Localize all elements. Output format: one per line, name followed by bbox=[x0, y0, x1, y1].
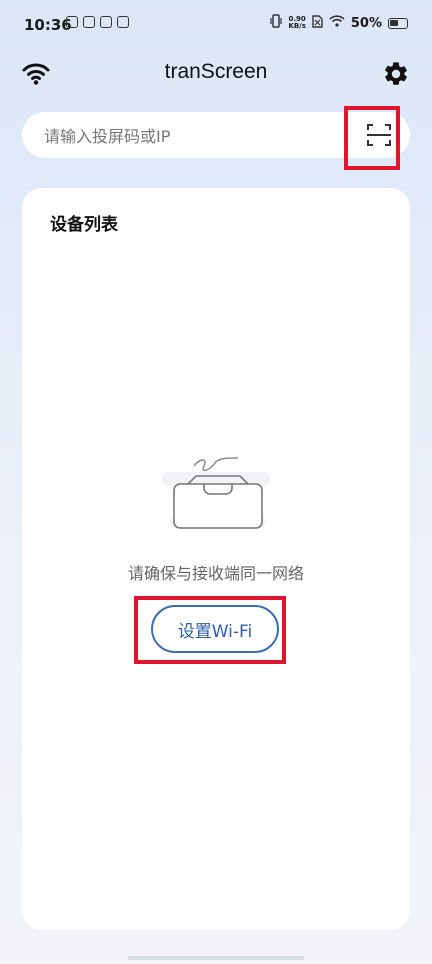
net-speed-unit: KB/s bbox=[288, 22, 306, 30]
notification-icons bbox=[66, 16, 129, 28]
device-list-card: 设备列表 请确保与接收端同一网络 设置Wi-Fi bbox=[22, 188, 410, 930]
net-speed: 0.90 KB/s bbox=[288, 16, 305, 30]
page-title: tranScreen bbox=[164, 60, 268, 83]
gear-icon[interactable] bbox=[382, 60, 410, 88]
status-bar: 10:36 0.90 KB/s 50% bbox=[0, 0, 432, 50]
status-time: 10:36 bbox=[24, 16, 72, 34]
empty-state-text: 请确保与接收端同一网络 bbox=[127, 564, 304, 583]
wifi-signal-icon bbox=[329, 15, 345, 31]
app-bar: tranScreen bbox=[0, 52, 432, 96]
notification-icon bbox=[100, 16, 112, 28]
battery-percent: 50% bbox=[350, 15, 382, 31]
battery-icon bbox=[388, 17, 408, 29]
notification-icon bbox=[66, 16, 78, 28]
search-input[interactable] bbox=[42, 112, 346, 160]
sim-off-icon bbox=[312, 14, 323, 32]
highlight-scan bbox=[344, 106, 400, 170]
home-indicator[interactable] bbox=[128, 956, 304, 960]
empty-box-icon bbox=[160, 448, 272, 532]
system-indicators: 0.90 KB/s 50% bbox=[270, 14, 408, 32]
notification-icon bbox=[83, 16, 95, 28]
notification-icon bbox=[117, 16, 129, 28]
highlight-setup-wifi bbox=[134, 596, 286, 664]
vibrate-icon bbox=[270, 14, 282, 32]
device-list-title: 设备列表 bbox=[50, 215, 118, 235]
